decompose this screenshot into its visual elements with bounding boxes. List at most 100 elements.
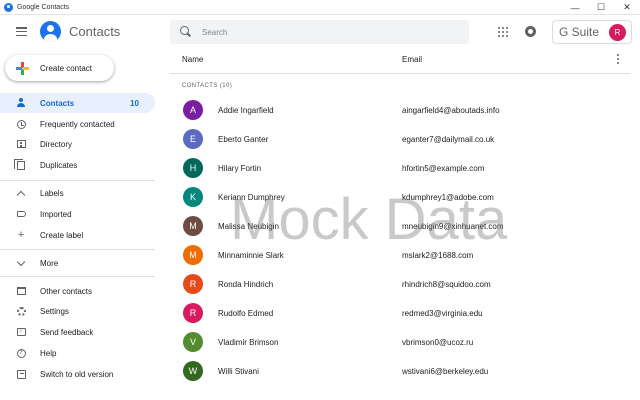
window-titlebar: Google Contacts — ☐ ✕ <box>0 0 640 15</box>
sidebar-item-other-contacts[interactable]: Other contacts <box>0 281 155 301</box>
contact-name: Vladimir Brimson <box>218 338 279 347</box>
contact-name: Malissa Neubigin <box>218 222 279 231</box>
contact-name: Hilary Fortin <box>218 164 262 173</box>
app-name: Contacts <box>69 24 121 39</box>
sidebar-item-label: Other contacts <box>40 286 93 296</box>
building-icon <box>16 139 26 149</box>
contacts-app-icon <box>4 2 13 12</box>
contact-row[interactable]: R Ronda Hindrich rhindrich8@squidoo.com <box>170 270 630 299</box>
contacts-logo-icon <box>40 21 61 42</box>
contact-name: Willi Stivani <box>218 367 259 376</box>
account-avatar[interactable]: R <box>609 24 626 41</box>
contact-email: redmed3@virginia.edu <box>402 309 483 318</box>
contact-email: rhindrich8@squidoo.com <box>402 280 491 289</box>
sidebar-item-frequently-contacted[interactable]: Frequently contacted <box>0 114 155 134</box>
contact-name: Minnaminnie Slark <box>218 251 284 260</box>
sidebar-divider <box>0 249 155 250</box>
sidebar-item-label: Imported <box>40 209 72 219</box>
contact-avatar[interactable]: R <box>183 303 203 323</box>
sidebar-item-send-feedback[interactable]: ! Send feedback <box>0 322 155 342</box>
sidebar-item-settings[interactable]: Settings <box>0 301 155 321</box>
contact-name: Keriann Dumphrey <box>218 193 285 202</box>
contact-email: mslark2@1688.com <box>402 251 474 260</box>
contact-name: Rudolfo Edmed <box>218 309 274 318</box>
contact-avatar[interactable]: V <box>183 332 203 352</box>
column-header-name[interactable]: Name <box>182 55 203 64</box>
main-menu-icon[interactable] <box>16 27 27 36</box>
help-icon: ? <box>16 348 26 358</box>
label-icon <box>16 209 26 219</box>
sidebar-item-label: Create label <box>40 230 84 240</box>
contact-row[interactable]: V Vladimir Brimson vbrimson0@ucoz.ru <box>170 328 630 357</box>
sidebar-item-create-label[interactable]: + Create label <box>0 225 155 245</box>
close-button[interactable]: ✕ <box>614 0 640 15</box>
sidebar-item-label: Labels <box>40 188 64 198</box>
apps-grid-icon[interactable] <box>498 27 508 37</box>
search-icon[interactable] <box>180 26 192 38</box>
inbox-icon <box>16 286 26 296</box>
chevron-up-icon <box>16 188 26 199</box>
sidebar-item-labels[interactable]: Labels <box>0 183 155 203</box>
contact-email: hfortin5@example.com <box>402 164 485 173</box>
contact-avatar[interactable]: R <box>183 274 203 294</box>
section-label: CONTACTS (10) <box>182 83 233 89</box>
feedback-icon: ! <box>16 327 26 337</box>
column-header-email[interactable]: Email <box>402 55 422 64</box>
sidebar-item-label: More <box>40 258 59 268</box>
sidebar-item-label: Switch to old version <box>40 369 114 379</box>
sidebar-item-help[interactable]: ? Help <box>0 343 155 363</box>
sidebar-item-duplicates[interactable]: Duplicates <box>0 155 155 175</box>
sidebar-item-label: Help <box>40 348 57 358</box>
contact-avatar[interactable]: M <box>183 245 203 265</box>
sidebar-item-switch-old-version[interactable]: Switch to old version <box>0 364 155 384</box>
gear-icon <box>16 306 26 316</box>
contact-avatar[interactable]: K <box>183 187 203 207</box>
maximize-button[interactable]: ☐ <box>588 0 614 15</box>
person-icon <box>16 98 26 108</box>
contact-email: vbrimson0@ucoz.ru <box>402 338 474 347</box>
history-icon <box>16 119 26 129</box>
sidebar-divider <box>0 180 155 181</box>
colored-plus-icon <box>16 61 29 75</box>
sidebar-item-label: Contacts <box>40 98 75 108</box>
sidebar-item-contacts[interactable]: Contacts 10 <box>0 93 155 113</box>
contact-email: wstivani6@berkeley.edu <box>402 367 489 376</box>
create-contact-button[interactable]: Create contact <box>5 55 114 81</box>
more-options-icon[interactable] <box>617 54 619 64</box>
plus-icon: + <box>17 229 25 241</box>
contact-avatar[interactable]: A <box>183 100 203 120</box>
chevron-down-icon <box>16 257 26 268</box>
sidebar-item-label: Frequently contacted <box>40 119 115 129</box>
contact-row[interactable]: K Keriann Dumphrey kdumphrey1@adobe.com <box>170 183 630 212</box>
gsuite-account-button[interactable]: G Suite R <box>552 20 632 44</box>
contact-email: eganter7@dailymail.co.uk <box>402 135 495 144</box>
sidebar-item-directory[interactable]: Directory <box>0 134 155 154</box>
sidebar-item-label: Directory <box>40 139 73 149</box>
sidebar-item-imported[interactable]: Imported <box>0 204 155 224</box>
support-icon[interactable] <box>525 26 536 37</box>
contact-row[interactable]: E Eberto Ganter eganter7@dailymail.co.uk <box>170 125 630 154</box>
contact-row[interactable]: A Addie Ingarfield aingarfield4@aboutads.i… <box>170 96 630 125</box>
contact-row[interactable]: H Hilary Fortin hfortin5@example.com <box>170 154 630 183</box>
contact-name: Ronda Hindrich <box>218 280 274 289</box>
contact-row[interactable]: M Malissa Neubigin mneubigin9@xinhuanet.co… <box>170 212 630 241</box>
contact-avatar[interactable]: W <box>183 361 203 381</box>
contacts-count: 10 <box>130 98 139 108</box>
sidebar-item-label: Settings <box>40 306 69 316</box>
gsuite-label: G Suite <box>559 25 600 39</box>
contact-avatar[interactable]: H <box>183 158 203 178</box>
sidebar-item-more[interactable]: More <box>0 253 155 273</box>
header-divider <box>170 73 630 74</box>
contact-avatar[interactable]: M <box>183 216 203 236</box>
contact-row[interactable]: M Minnaminnie Slark mslark2@1688.com <box>170 241 630 270</box>
contact-avatar[interactable]: E <box>183 129 203 149</box>
search-input[interactable]: Search <box>170 20 469 44</box>
create-contact-label: Create contact <box>40 63 93 73</box>
contact-name: Addie Ingarfield <box>218 106 274 115</box>
exit-icon <box>16 369 26 379</box>
search-placeholder: Search <box>202 27 228 37</box>
sidebar-item-label: Send feedback <box>40 327 94 337</box>
contact-row[interactable]: W Willi Stivani wstivani6@berkeley.edu <box>170 357 630 386</box>
contact-row[interactable]: R Rudolfo Edmed redmed3@virginia.edu <box>170 299 630 328</box>
minimize-button[interactable]: — <box>562 0 588 15</box>
